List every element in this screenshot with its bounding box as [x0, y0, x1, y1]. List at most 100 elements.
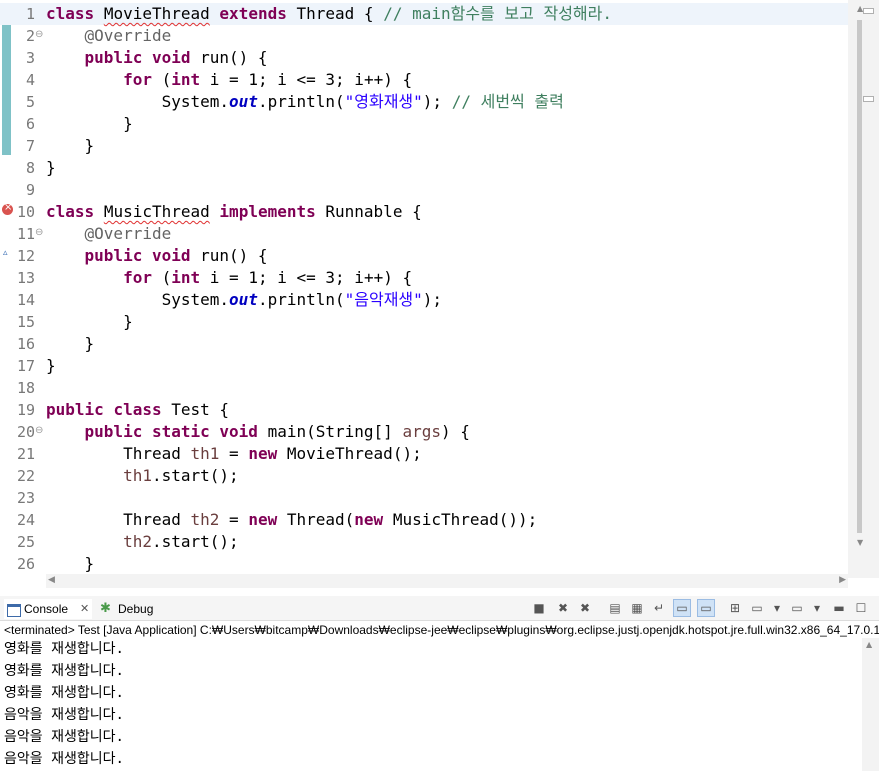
code-text[interactable]: for (int i = 1; i <= 3; i++) {	[46, 69, 412, 91]
debug-bug-icon: ✱	[100, 601, 111, 616]
fold-collapse-icon[interactable]: ⊖	[35, 24, 43, 46]
line-number: 16	[16, 335, 35, 353]
code-line[interactable]: 23	[0, 487, 848, 509]
code-line[interactable]: 18	[0, 377, 848, 399]
line-number: 10	[16, 203, 35, 221]
show-on-stderr-icon[interactable]: ▭	[697, 599, 715, 617]
code-text[interactable]: for (int i = 1; i <= 3; i++) {	[46, 267, 412, 289]
console-output-line: 영화를 재생합니다.	[4, 641, 124, 657]
code-editor[interactable]: ▵ 1class MovieThread extends Thread { //…	[0, 0, 879, 592]
code-text[interactable]: }	[46, 333, 95, 355]
line-number: 1	[25, 5, 35, 23]
code-line[interactable]: 4 for (int i = 1; i <= 3; i++) {	[0, 69, 848, 91]
code-line[interactable]: 10 class MusicThread implements Runnable …	[0, 201, 848, 223]
code-text[interactable]: public void run() {	[46, 47, 268, 69]
code-line[interactable]: 13 for (int i = 1; i <= 3; i++) {	[0, 267, 848, 289]
code-line[interactable]: 8}	[0, 157, 848, 179]
minimize-icon[interactable]: ▬	[831, 599, 847, 617]
code-line[interactable]: 9	[0, 179, 848, 201]
code-line[interactable]: 7 }	[0, 135, 848, 157]
code-text[interactable]: class MusicThread implements Runnable {	[46, 201, 422, 223]
line-number: 3	[25, 49, 35, 67]
code-text[interactable]: th2.start();	[46, 531, 239, 553]
scroll-left-icon[interactable]: ◀	[48, 575, 55, 585]
code-line[interactable]: 22 th1.start();	[0, 465, 848, 487]
code-line[interactable]: 14 System.out.println("음악재생");	[0, 289, 848, 311]
line-number: 19	[16, 401, 35, 419]
new-console-menu-icon[interactable]: ▾	[809, 599, 825, 617]
code-text[interactable]: }	[46, 113, 133, 135]
code-text[interactable]: Thread th2 = new Thread(new MusicThread(…	[46, 509, 537, 531]
console-output-line: 영화를 재생합니다.	[4, 685, 124, 701]
code-text[interactable]: @Override	[46, 25, 172, 47]
code-text[interactable]: }	[46, 355, 56, 377]
code-line[interactable]: 11 ⊖ @Override	[0, 223, 848, 245]
code-text[interactable]: }	[46, 553, 95, 575]
code-line[interactable]: 20 ⊖ public static void main(String[] arg…	[0, 421, 848, 443]
overview-error-marker[interactable]	[863, 8, 874, 14]
code-text[interactable]: public static void main(String[] args) {	[46, 421, 470, 443]
close-icon[interactable]: ✕	[80, 599, 89, 619]
overview-error-marker[interactable]	[863, 96, 874, 102]
code-line[interactable]: 5 System.out.println("영화재생"); // 세번씩 출력	[0, 91, 848, 113]
code-text[interactable]: System.out.println("음악재생");	[46, 289, 442, 311]
tab-console[interactable]: Console ✕	[4, 599, 92, 619]
code-text[interactable]: public void run() {	[46, 245, 268, 267]
code-text[interactable]: }	[46, 135, 95, 157]
line-number: 22	[16, 467, 35, 485]
code-text[interactable]: System.out.println("영화재생"); // 세번씩 출력	[46, 91, 564, 113]
display-menu-icon[interactable]: ▾	[769, 599, 785, 617]
clear-console-icon[interactable]: ▤	[607, 599, 623, 617]
line-number: 7	[25, 137, 35, 155]
code-text[interactable]: }	[46, 311, 133, 333]
editor-vertical-scrollbar[interactable]: ▲ ▼	[848, 0, 879, 578]
remove-all-icon[interactable]: ✖	[577, 599, 593, 617]
line-number: 23	[16, 489, 35, 507]
line-number: 18	[16, 379, 35, 397]
code-line[interactable]: 17}	[0, 355, 848, 377]
scrollbar-thumb[interactable]	[857, 20, 862, 533]
console-vertical-scrollbar[interactable]: ▲	[862, 638, 879, 771]
code-line[interactable]: 19 public class Test {	[0, 399, 848, 421]
console-output[interactable]: 영화를 재생합니다. 영화를 재생합니다. 영화를 재생합니다. 음악을 재생합니다.…	[0, 638, 862, 771]
display-console-icon[interactable]: ▭	[749, 599, 765, 617]
remove-launch-icon[interactable]: ✖	[555, 599, 571, 617]
code-line[interactable]: 24 Thread th2 = new Thread(new MusicThre…	[0, 509, 848, 531]
code-text[interactable]: @Override	[46, 223, 172, 245]
code-line[interactable]: 15 }	[0, 311, 848, 333]
code-line[interactable]: 6 }	[0, 113, 848, 135]
scroll-down-icon[interactable]: ▼	[857, 538, 865, 547]
code-line[interactable]: 25 th2.start();	[0, 531, 848, 553]
terminate-icon[interactable]: ■	[531, 599, 547, 617]
fold-collapse-icon[interactable]: ⊖	[35, 222, 43, 244]
code-line[interactable]: 12 public void run() {	[0, 245, 848, 267]
scroll-up-icon[interactable]: ▲	[866, 640, 872, 649]
code-line[interactable]: 2 ⊖ @Override	[0, 25, 848, 47]
code-line[interactable]: 26 }	[0, 553, 848, 575]
code-line[interactable]: 21 Thread th1 = new MovieThread();	[0, 443, 848, 465]
scroll-right-icon[interactable]: ▶	[839, 575, 846, 585]
line-number: 12	[16, 247, 35, 265]
line-number: 25	[16, 533, 35, 551]
line-number: 17	[16, 357, 35, 375]
editor-horizontal-scrollbar[interactable]: ◀ ▶	[46, 574, 848, 588]
code-text[interactable]: class MovieThread extends Thread { // ma…	[46, 3, 612, 25]
console-status: <terminated> Test [Java Application] C:₩…	[4, 623, 879, 637]
code-text[interactable]: public class Test {	[46, 399, 229, 421]
line-number: 11	[16, 225, 35, 243]
new-console-icon[interactable]: ▭	[789, 599, 805, 617]
pin-console-icon[interactable]: ⊞	[727, 599, 743, 617]
code-line[interactable]: 16 }	[0, 333, 848, 355]
fold-collapse-icon[interactable]: ⊖	[35, 420, 43, 442]
console-toolbar: ■ ✖ ✖ ▤ ▦ ↵ ▭ ▭ ⊞ ▭ ▾ ▭ ▾ ▬ ☐	[531, 599, 871, 619]
scroll-lock-icon[interactable]: ▦	[629, 599, 645, 617]
code-text[interactable]: }	[46, 157, 56, 179]
tab-debug[interactable]: ✱ Debug	[100, 599, 170, 619]
code-text[interactable]: th1.start();	[46, 465, 239, 487]
maximize-icon[interactable]: ☐	[853, 599, 869, 617]
word-wrap-icon[interactable]: ↵	[651, 599, 667, 617]
show-on-stdout-icon[interactable]: ▭	[673, 599, 691, 617]
code-text[interactable]: Thread th1 = new MovieThread();	[46, 443, 422, 465]
code-line[interactable]: 1 class MovieThread extends Thread { // m…	[0, 3, 848, 25]
code-line[interactable]: 3 public void run() {	[0, 47, 848, 69]
